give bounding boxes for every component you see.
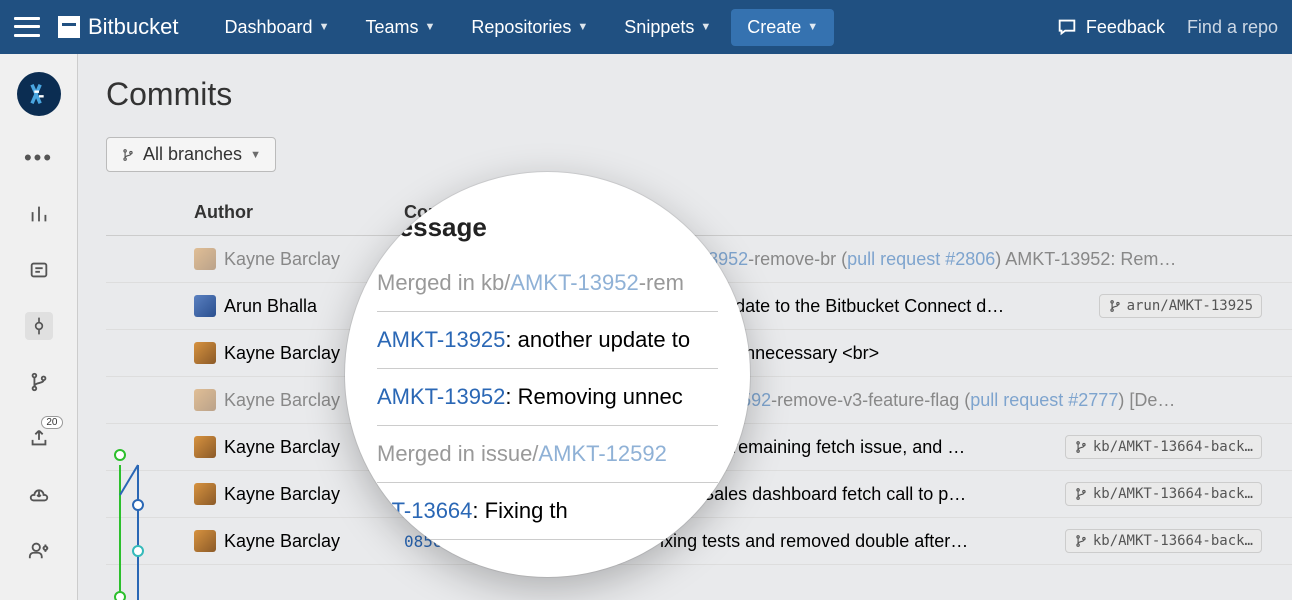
nav-teams-label: Teams [365, 17, 418, 38]
chevron-down-icon: ▼ [577, 21, 588, 33]
issue-link[interactable]: AMKT-13952 [377, 384, 505, 409]
page-title: Commits [106, 76, 1292, 113]
chat-icon [1056, 16, 1078, 38]
chevron-down-icon: ▼ [424, 21, 435, 33]
zoom-row: Merged in issue/AMKT-12592 [377, 426, 718, 483]
search-input[interactable]: Find a repo [1187, 17, 1278, 38]
more-icon[interactable]: ••• [25, 144, 53, 172]
table-row[interactable]: Kayne Barclay0856f15AMKT-13664: Fixing t… [106, 518, 1292, 565]
source-icon[interactable] [25, 256, 53, 284]
issue-link[interactable]: AMKT-13925 [377, 327, 505, 352]
avatar [194, 389, 216, 411]
menu-icon[interactable] [14, 14, 40, 40]
zoom-row: KT-13664: Fixing th [377, 483, 718, 540]
commits-icon[interactable] [25, 312, 53, 340]
overview-icon[interactable] [25, 200, 53, 228]
chevron-down-icon: ▼ [319, 21, 330, 33]
issue-link[interactable]: AMKT-12592 [538, 441, 666, 466]
feedback-label: Feedback [1086, 17, 1165, 38]
repo-avatar[interactable] [17, 72, 61, 116]
chevron-down-icon: ▼ [700, 21, 711, 33]
author-name: Kayne Barclay [224, 390, 340, 411]
avatar [194, 436, 216, 458]
author-name: Kayne Barclay [224, 531, 340, 552]
brand[interactable]: Bitbucket [58, 14, 179, 40]
avatar [194, 295, 216, 317]
branch-tag[interactable]: kb/AMKT-13664-back… [1065, 529, 1262, 553]
chevron-down-icon: ▼ [250, 149, 261, 161]
zoom-row: AMKT-13952: Removing unnec [377, 369, 718, 426]
branch-icon [1074, 440, 1088, 454]
downloads-icon[interactable] [25, 480, 53, 508]
nav-create-label: Create [747, 17, 801, 38]
lambda-icon [25, 80, 53, 108]
branches-icon[interactable] [25, 368, 53, 396]
table-header: Author Commit Message [106, 190, 1292, 236]
pr-link[interactable]: pull request #2806 [847, 249, 995, 269]
bitbucket-logo-icon [58, 16, 80, 38]
branch-icon [1074, 487, 1088, 501]
author-name: Kayne Barclay [224, 484, 340, 505]
author-name: Kayne Barclay [224, 249, 340, 270]
author-cell: Kayne Barclay [194, 530, 404, 552]
chevron-down-icon: ▼ [807, 21, 818, 33]
sidebar: ••• 20 [0, 54, 78, 600]
top-nav: Bitbucket Dashboard ▼ Teams ▼ Repositories… [0, 0, 1292, 54]
author-cell: Kayne Barclay [194, 248, 404, 270]
settings-icon[interactable] [25, 536, 53, 564]
nav-snippets[interactable]: Snippets ▼ [608, 9, 727, 46]
feedback-button[interactable]: Feedback [1056, 16, 1165, 38]
commit-graph [106, 415, 194, 600]
branch-icon [121, 148, 135, 162]
branch-tag[interactable]: arun/AMKT-13925 [1099, 294, 1262, 318]
nav-dashboard-label: Dashboard [225, 17, 313, 38]
author-name: Arun Bhalla [224, 296, 317, 317]
author-name: Kayne Barclay [224, 437, 340, 458]
brand-label: Bitbucket [88, 14, 179, 40]
nav-dashboard[interactable]: Dashboard ▼ [209, 9, 346, 46]
nav-repositories-label: Repositories [471, 17, 571, 38]
branch-icon [1074, 534, 1088, 548]
zoom-row: AMKT-13925: another update to [377, 312, 718, 369]
share-icon[interactable]: 20 [25, 424, 53, 452]
avatar [194, 483, 216, 505]
author-cell: Kayne Barclay [194, 483, 404, 505]
zoom-header: Message [377, 212, 718, 243]
branch-icon [1108, 299, 1122, 313]
branch-selector-label: All branches [143, 144, 242, 165]
nav-teams[interactable]: Teams ▼ [349, 9, 451, 46]
zoom-row: Merged in kb/AMKT-13952-rem [377, 255, 718, 312]
author-name: Kayne Barclay [224, 343, 340, 364]
column-author: Author [194, 202, 404, 223]
share-badge: 20 [41, 416, 62, 429]
issue-link[interactable]: AMKT-13952 [510, 270, 638, 295]
nav-create[interactable]: Create ▼ [731, 9, 834, 46]
branch-selector[interactable]: All branches ▼ [106, 137, 276, 172]
zoom-overlay: Message Merged in kb/AMKT-13952-remAMKT-… [345, 172, 750, 577]
branch-tag[interactable]: kb/AMKT-13664-back… [1065, 435, 1262, 459]
primary-nav: Dashboard ▼ Teams ▼ Repositories ▼ Snippets… [209, 9, 835, 46]
branch-tag[interactable]: kb/AMKT-13664-back… [1065, 482, 1262, 506]
pr-link[interactable]: pull request #2777 [970, 390, 1118, 410]
avatar [194, 248, 216, 270]
avatar [194, 342, 216, 364]
avatar [194, 530, 216, 552]
nav-snippets-label: Snippets [624, 17, 694, 38]
nav-repositories[interactable]: Repositories ▼ [455, 9, 604, 46]
